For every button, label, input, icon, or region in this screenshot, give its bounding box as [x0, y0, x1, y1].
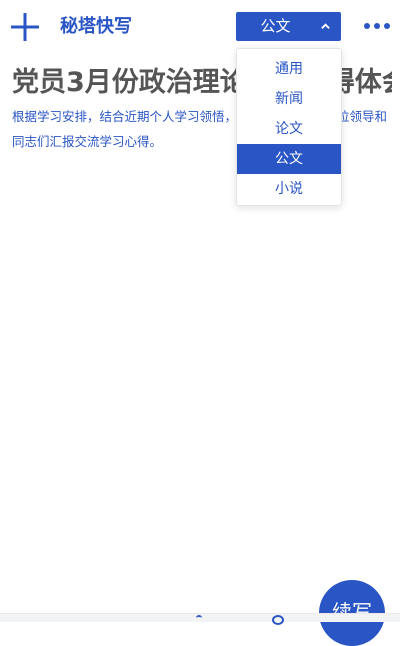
type-option-general[interactable]: 通用: [237, 54, 341, 84]
type-option-novel[interactable]: 小说: [237, 174, 341, 204]
toolbar-icon[interactable]: [272, 615, 284, 625]
toolbar-icon[interactable]: [196, 615, 202, 621]
more-dots-icon: [364, 23, 390, 29]
type-option-paper[interactable]: 论文: [237, 114, 341, 144]
app-title: 秘塔快写: [60, 16, 132, 37]
new-document-button[interactable]: [10, 12, 40, 42]
type-option-official[interactable]: 公文: [237, 144, 341, 174]
plus-icon: [11, 13, 39, 41]
chevron-up-icon: [321, 23, 330, 29]
document-type-dropdown: 通用 新闻 论文 公文 小说: [236, 48, 342, 206]
type-option-news[interactable]: 新闻: [237, 84, 341, 114]
app-header: 秘塔快写 公文: [0, 0, 400, 52]
selected-type-label: 公文: [260, 17, 291, 35]
document-type-select[interactable]: 公文: [236, 12, 341, 41]
more-options-button[interactable]: [362, 18, 392, 34]
